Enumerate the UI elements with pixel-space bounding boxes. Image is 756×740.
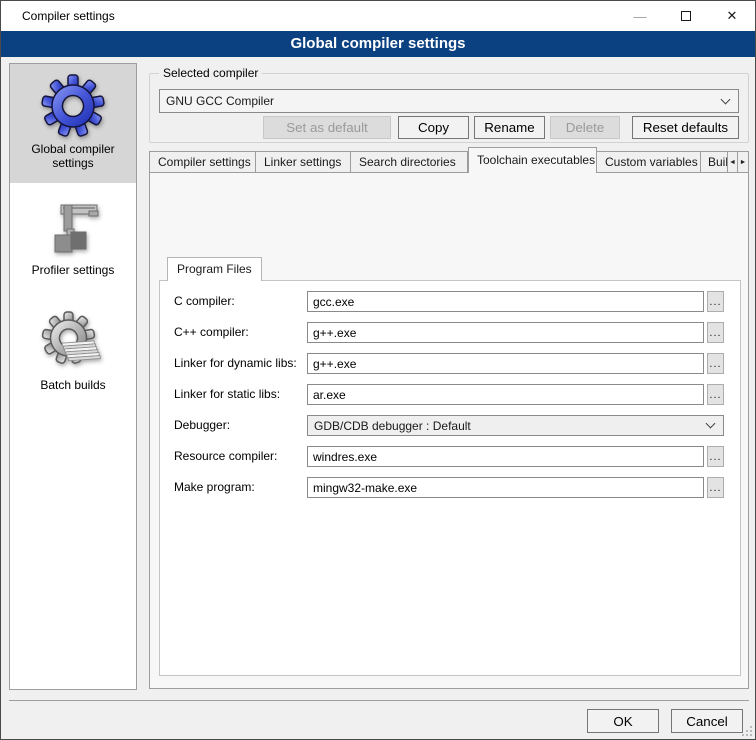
- browse-button[interactable]: ...: [707, 384, 724, 405]
- field-label: C++ compiler:: [174, 322, 249, 343]
- sidebar-item-global-compiler-settings[interactable]: Global compiler settings: [10, 64, 136, 183]
- close-icon: ✕: [727, 8, 738, 24]
- resource-compiler-input[interactable]: [307, 446, 704, 467]
- page-title: Global compiler settings: [1, 31, 755, 57]
- form-row-debugger: Debugger: GDB/CDB debugger : Default: [160, 415, 740, 437]
- tab-compiler-settings[interactable]: Compiler settings: [149, 151, 256, 173]
- footer-divider: [9, 700, 749, 701]
- tab-program-files[interactable]: Program Files: [167, 257, 262, 281]
- compiler-select-value: GNU GCC Compiler: [160, 94, 722, 108]
- field-label: Resource compiler:: [174, 446, 277, 467]
- tab-linker-settings[interactable]: Linker settings: [256, 151, 351, 173]
- c-compiler-input[interactable]: [307, 291, 704, 312]
- field-label: Make program:: [174, 477, 255, 498]
- form-row-linker-dynamic: Linker for dynamic libs: ...: [160, 353, 740, 375]
- sidebar-item-batch-builds[interactable]: Batch builds: [10, 296, 136, 418]
- ok-button[interactable]: OK: [587, 709, 659, 733]
- form-row-c-compiler: C compiler: ...: [160, 291, 740, 313]
- tab-custom-variables[interactable]: Custom variables: [597, 151, 701, 173]
- close-button[interactable]: ✕: [709, 1, 755, 31]
- compiler-select[interactable]: GNU GCC Compiler: [159, 89, 739, 113]
- sidebar-item-label: Profiler settings: [10, 259, 136, 287]
- maximize-icon: [681, 11, 691, 21]
- tab-scroll-left-button[interactable]: ◄: [727, 151, 738, 173]
- caliper-icon: [10, 199, 136, 259]
- tab-build-options[interactable]: Build options: [701, 151, 728, 173]
- tab-scroll-right-button[interactable]: ►: [738, 151, 749, 173]
- chevron-down-icon: [721, 94, 731, 104]
- gray-gear-stack-icon: [10, 310, 136, 374]
- arrow-left-icon: ◄: [729, 159, 736, 166]
- make-program-input[interactable]: [307, 477, 704, 498]
- blue-gear-icon: [10, 74, 136, 138]
- compiler-settings-window: Compiler settings — ✕ Global compiler se…: [0, 0, 756, 740]
- cancel-button[interactable]: Cancel: [671, 709, 743, 733]
- tab-toolchain-executables[interactable]: Toolchain executables: [468, 147, 597, 173]
- settings-category-list: Global compiler settings Profiler sett: [9, 63, 137, 690]
- window-title: Compiler settings: [22, 1, 115, 31]
- field-label: Linker for dynamic libs:: [174, 353, 297, 374]
- titlebar: Compiler settings — ✕: [1, 1, 755, 31]
- form-row-make-program: Make program: ...: [160, 477, 740, 499]
- field-label: Debugger:: [174, 415, 230, 436]
- linker-static-input[interactable]: [307, 384, 704, 405]
- linker-dynamic-input[interactable]: [307, 353, 704, 374]
- sidebar-item-label: Batch builds: [10, 374, 136, 402]
- delete-button: Delete: [550, 116, 620, 139]
- cpp-compiler-input[interactable]: [307, 322, 704, 343]
- maximize-button[interactable]: [663, 1, 709, 31]
- browse-button[interactable]: ...: [707, 322, 724, 343]
- field-label: Linker for static libs:: [174, 384, 280, 405]
- debugger-select[interactable]: GDB/CDB debugger : Default: [307, 415, 724, 436]
- minimize-button[interactable]: —: [617, 1, 663, 31]
- program-files-page: C compiler: ... C++ compiler: ... Linker…: [159, 280, 741, 676]
- reset-defaults-button[interactable]: Reset defaults: [632, 116, 739, 139]
- sidebar-item-profiler-settings[interactable]: Profiler settings: [10, 183, 136, 296]
- form-row-cpp-compiler: C++ compiler: ...: [160, 322, 740, 344]
- arrow-right-icon: ►: [740, 159, 747, 166]
- browse-button[interactable]: ...: [707, 291, 724, 312]
- chevron-down-icon: [706, 419, 716, 429]
- browse-button[interactable]: ...: [707, 353, 724, 374]
- form-row-linker-static: Linker for static libs: ...: [160, 384, 740, 406]
- resize-grip[interactable]: [742, 726, 752, 736]
- copy-button[interactable]: Copy: [398, 116, 469, 139]
- form-row-resource-compiler: Resource compiler: ...: [160, 446, 740, 468]
- debugger-select-value: GDB/CDB debugger : Default: [308, 419, 707, 433]
- tab-search-directories[interactable]: Search directories: [351, 151, 468, 173]
- minimize-icon: —: [634, 9, 647, 24]
- sidebar-item-label: Global compiler settings: [10, 138, 136, 180]
- group-legend: Selected compiler: [159, 66, 262, 81]
- set-as-default-button: Set as default: [263, 116, 391, 139]
- field-label: C compiler:: [174, 291, 235, 312]
- browse-button[interactable]: ...: [707, 477, 724, 498]
- rename-button[interactable]: Rename: [474, 116, 545, 139]
- browse-button[interactable]: ...: [707, 446, 724, 467]
